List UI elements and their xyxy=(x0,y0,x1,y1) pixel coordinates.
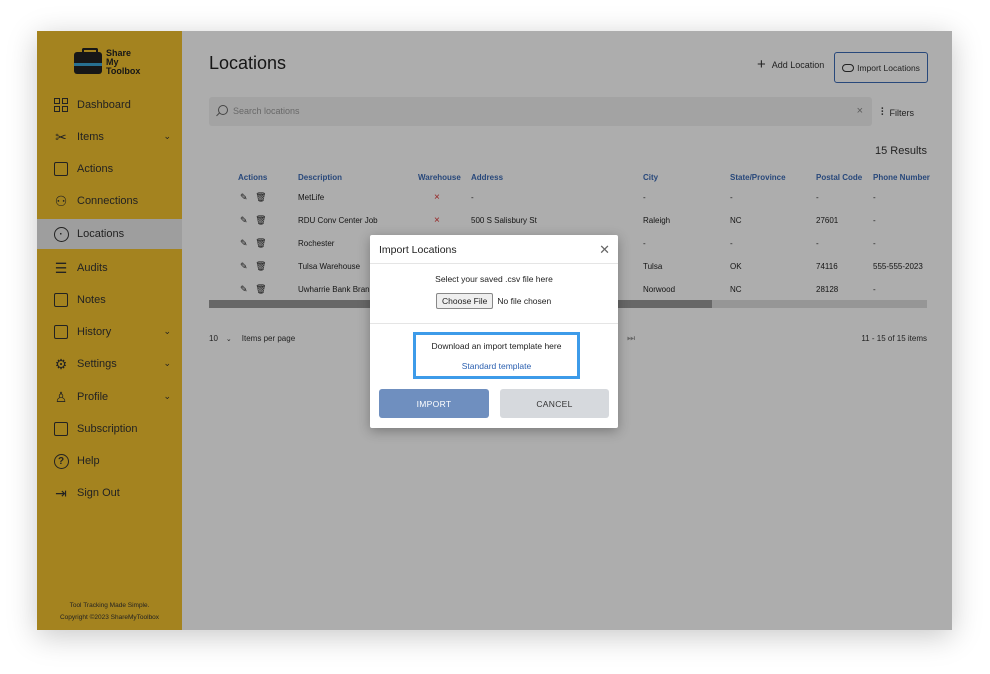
template-download-section: Download an import template here Standar… xyxy=(413,332,580,379)
file-select-hint: Select your saved .csv file here xyxy=(435,274,553,284)
import-locations-dialog: Import Locations ✕ Select your saved .cs… xyxy=(370,235,618,428)
template-download-label: Download an import template here xyxy=(431,341,562,351)
dialog-title: Import Locations xyxy=(379,244,457,256)
standard-template-link[interactable]: Standard template xyxy=(416,361,577,371)
dialog-divider xyxy=(370,323,618,324)
close-icon[interactable]: ✕ xyxy=(599,242,610,258)
file-input[interactable]: Choose File No file chosen xyxy=(436,293,551,309)
dialog-divider xyxy=(370,263,618,264)
choose-file-button[interactable]: Choose File xyxy=(436,293,494,309)
no-file-chosen-text: No file chosen xyxy=(497,296,552,306)
cancel-button[interactable]: CANCEL xyxy=(500,389,609,418)
app-window: Share My Toolbox Dashboard ✂ Items ⌄ Act… xyxy=(37,31,952,630)
import-button[interactable]: IMPORT xyxy=(379,389,489,418)
